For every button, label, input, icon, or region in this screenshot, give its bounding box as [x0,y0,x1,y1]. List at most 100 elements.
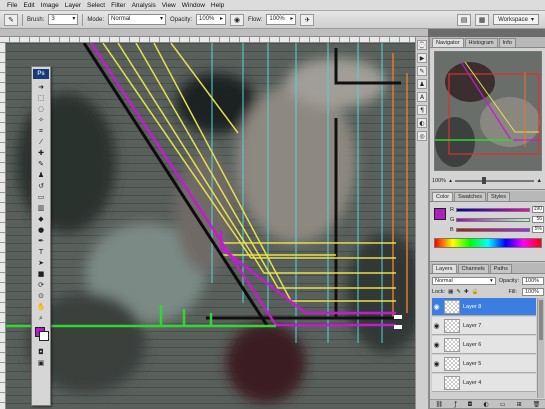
new-layer-icon[interactable]: ⊞ [517,401,522,408]
mode-select[interactable]: Normal ▾ [108,14,167,25]
move-icon[interactable]: ➜ [34,82,48,92]
visibility-eye-icon[interactable]: ◉ [432,303,441,311]
quick-select-icon[interactable]: ✧ [34,115,48,125]
zoom-in-icon[interactable]: ▲ [537,178,542,184]
stamp-icon[interactable]: ♟ [34,170,48,180]
navigator-zoom-value[interactable]: 100% [432,178,446,184]
eyedropper-icon[interactable]: ⁄ [34,137,48,147]
tab-paths[interactable]: Paths [489,264,512,273]
quick-mask-icon[interactable]: ◘ [34,347,48,357]
lock-position-icon[interactable]: ✚ [464,289,469,295]
opacity-field[interactable]: 100% ▸ [196,14,227,25]
layer-row-layer-4[interactable]: ◉ Layer 4 [432,374,536,392]
layer-opacity-field[interactable]: 100% [522,277,544,285]
navigator-preview[interactable] [434,51,542,171]
zoom-out-icon[interactable]: ▴ [449,178,452,184]
menu-image[interactable]: Image [38,2,62,9]
tab-channels[interactable]: Channels [457,264,489,273]
menu-view[interactable]: View [159,2,179,9]
navigator-zoom-slider[interactable] [454,177,534,184]
paragraph-icon[interactable]: ¶ [417,105,427,115]
green-slider[interactable] [456,217,530,222]
trash-icon[interactable]: 🗑 [533,401,541,408]
layer-name[interactable]: Layer 6 [463,342,481,348]
menu-file[interactable]: File [4,2,20,9]
color-spectrum-bar[interactable] [434,238,542,248]
blue-value[interactable]: 5% [532,226,544,233]
actions-icon[interactable]: ▶ [417,53,427,63]
zoom-slider-handle[interactable] [482,177,487,184]
history-brush-icon[interactable]: ↺ [34,181,48,191]
lock-all-icon[interactable]: 🔒 [472,289,479,295]
adjustment-layer-icon[interactable]: ◐ [483,401,488,408]
zoom-icon[interactable]: ⌕ [34,313,48,323]
background-color-swatch[interactable] [39,331,49,341]
marquee-icon[interactable]: ⬚ [34,93,48,103]
visibility-eye-icon[interactable]: ◉ [432,341,441,349]
tab-layers[interactable]: Layers [432,264,457,273]
healing-icon[interactable]: ✚ [34,148,48,158]
layer-row-layer-7[interactable]: ◉ Layer 7 [432,317,536,335]
menu-analysis[interactable]: Analysis [129,2,159,9]
visibility-eye-icon[interactable]: ◉ [432,360,441,368]
adjustments-icon[interactable]: ◐ [417,118,427,128]
menu-layer[interactable]: Layer [62,2,84,9]
fill-field[interactable]: 100% [522,288,544,296]
layer-name[interactable]: Layer 7 [463,323,481,329]
new-group-icon[interactable]: ▭ [500,401,506,408]
eraser-icon[interactable]: ▭ [34,192,48,202]
tab-navigator[interactable]: Navigator [432,38,464,47]
layer-row-layer-8[interactable]: ◉ Layer 8 [432,298,536,316]
flow-field[interactable]: 100% ▸ [266,14,297,25]
screen-mode-icon[interactable]: ▣ [34,358,48,368]
brushes-icon[interactable]: ✎ [417,66,427,76]
lock-pixels-icon[interactable]: ✎ [456,289,461,295]
character-icon[interactable]: A [417,92,427,102]
lock-transparency-icon[interactable]: ▦ [448,289,453,295]
visibility-eye-icon[interactable]: ◉ [432,322,441,330]
menu-window[interactable]: Window [179,2,208,9]
clone-source-icon[interactable]: ♟ [417,79,427,89]
tab-color[interactable]: Color [432,192,454,201]
green-value[interactable]: 56 [532,216,544,223]
tab-styles[interactable]: Styles [487,192,510,201]
tab-histogram[interactable]: Histogram [464,38,498,47]
type-icon[interactable]: T [34,247,48,257]
menu-help[interactable]: Help [208,2,227,9]
history-icon[interactable]: ⌚ [417,40,427,50]
pressure-opacity-icon[interactable]: ◉ [230,13,245,26]
brush-icon[interactable]: ✎ [34,159,48,169]
lasso-icon[interactable]: ◌ [34,104,48,114]
tab-info[interactable]: Info [498,38,516,47]
hand-icon[interactable]: ✋ [34,302,48,312]
menu-edit[interactable]: Edit [20,2,37,9]
3d-orbit-icon[interactable]: ⊙ [34,291,48,301]
layer-name[interactable]: Layer 5 [463,361,481,367]
red-slider[interactable] [455,207,530,212]
menu-filter[interactable]: Filter [108,2,128,9]
layer-name[interactable]: Layer 8 [463,304,481,310]
crop-icon[interactable]: ⌗ [34,126,48,136]
blue-slider[interactable] [455,227,530,232]
blend-mode-select[interactable]: Normal ▾ [432,277,496,285]
airbrush-icon[interactable]: ✈ [300,13,315,26]
layers-scrollbar[interactable] [537,298,544,398]
tab-swatches[interactable]: Swatches [454,192,487,201]
pen-icon[interactable]: ✒ [34,236,48,246]
layers-scroll-thumb[interactable] [539,300,543,340]
3d-rotate-icon[interactable]: ⟳ [34,280,48,290]
document-canvas[interactable] [6,43,428,409]
layer-style-icon[interactable]: ƒ [454,401,456,408]
brush-size-picker[interactable]: 3 ▾ [48,14,79,25]
path-select-icon[interactable]: ➤ [34,258,48,268]
red-value[interactable]: 190 [532,206,544,213]
layer-name[interactable]: Layer 4 [463,380,481,386]
masks-icon[interactable]: ◎ [417,131,427,141]
document-icon[interactable]: ▤ [457,13,472,26]
layer-row-layer-6[interactable]: ◉ Layer 6 [432,336,536,354]
layer-mask-icon[interactable]: ◘ [468,401,473,408]
arrange-icon[interactable]: ▦ [475,13,490,26]
brush-tool-preset-icon[interactable]: ✎ [4,13,18,26]
layer-row-layer-5[interactable]: ◉ Layer 5 [432,355,536,373]
menu-select[interactable]: Select [84,2,108,9]
